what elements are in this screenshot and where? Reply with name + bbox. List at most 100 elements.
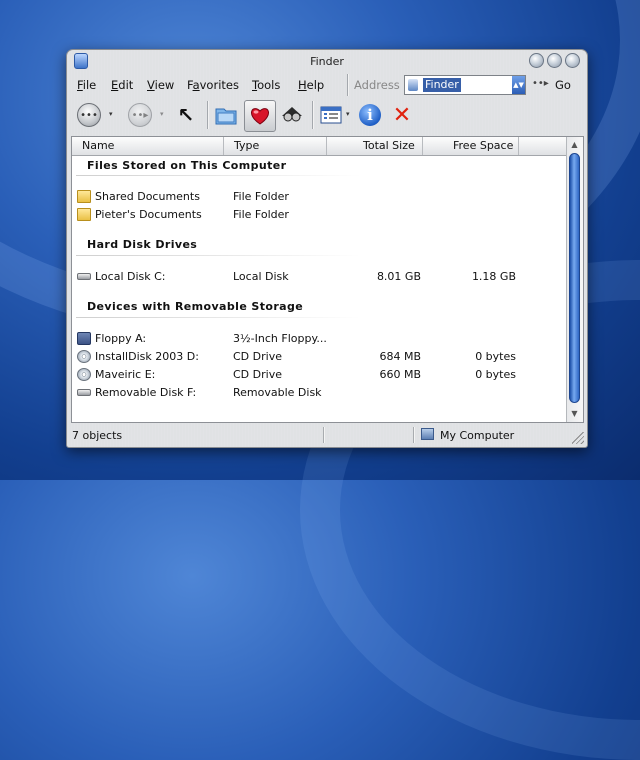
resize-grip-icon[interactable]: [572, 432, 584, 444]
item-name: Floppy A:: [95, 332, 147, 345]
group-divider: [76, 317, 361, 318]
folder-icon: [77, 208, 91, 221]
item-free-space: 0 bytes: [475, 368, 516, 381]
item-name: Pieter's Documents: [95, 208, 202, 221]
column-type[interactable]: Type: [224, 137, 327, 155]
floppy-icon: [77, 332, 91, 345]
menu-file[interactable]: File: [77, 78, 96, 92]
folders-button[interactable]: [211, 100, 241, 130]
list-item[interactable]: Pieter's Documents File Folder: [72, 206, 566, 224]
my-computer-icon: [421, 428, 434, 440]
column-total-size[interactable]: Total Size: [327, 137, 423, 155]
back-dropdown-icon[interactable]: ▾: [109, 110, 113, 118]
scroll-up-arrow[interactable]: ▲: [569, 139, 580, 151]
address-combobox[interactable]: Finder ▲▼: [404, 75, 526, 95]
item-name: Local Disk C:: [95, 270, 166, 283]
minimize-button[interactable]: [529, 53, 544, 68]
menu-separator: [347, 74, 348, 96]
group-divider: [76, 255, 361, 256]
column-filler: [519, 137, 566, 155]
cd-drive-icon: [77, 368, 91, 381]
go-button[interactable]: Go: [555, 78, 571, 92]
item-name: Shared Documents: [95, 190, 200, 203]
scroll-thumb[interactable]: [569, 153, 580, 403]
address-dropdown-arrow[interactable]: ▲▼: [512, 76, 525, 94]
item-type: File Folder: [233, 190, 289, 203]
delete-button[interactable]: ✕: [387, 100, 417, 130]
search-icon: [282, 107, 302, 122]
status-bar: 7 objects My Computer: [67, 424, 587, 446]
finder-window: Finder File Edit View Favorites Tools He…: [66, 49, 588, 448]
group-title: Devices with Removable Storage: [87, 300, 304, 313]
views-icon: [320, 106, 342, 124]
toolbar-separator: [207, 101, 208, 129]
group-title: Hard Disk Drives: [87, 238, 198, 251]
item-type: File Folder: [233, 208, 289, 221]
menu-tools[interactable]: Tools: [252, 78, 280, 92]
removable-disk-icon: [77, 389, 91, 396]
info-button[interactable]: i: [355, 100, 385, 130]
column-name[interactable]: Name: [72, 137, 224, 155]
info-icon: i: [359, 104, 381, 126]
menu-favorites[interactable]: Favorites: [187, 78, 239, 92]
item-type: 3½-Inch Floppy...: [233, 332, 327, 345]
group-divider: [76, 175, 361, 176]
hard-disk-icon: [77, 273, 91, 280]
up-button[interactable]: ↖: [171, 100, 201, 130]
file-list-view[interactable]: Name Type Total Size Free Space Files St…: [71, 136, 584, 423]
forward-icon: ••▸: [128, 103, 152, 127]
menu-view[interactable]: View: [147, 78, 174, 92]
item-name: Maveiric E:: [95, 368, 156, 381]
favorites-button[interactable]: [244, 100, 276, 132]
close-button[interactable]: [565, 53, 580, 68]
maximize-button[interactable]: [547, 53, 562, 68]
search-button[interactable]: [277, 100, 307, 130]
cd-drive-icon: [77, 350, 91, 363]
item-total-size: 8.01 GB: [376, 270, 421, 283]
scroll-down-arrow[interactable]: ▼: [569, 408, 580, 420]
item-type: CD Drive: [233, 368, 282, 381]
column-free-space[interactable]: Free Space: [423, 137, 519, 155]
menu-bar: File Edit View Favorites Tools Help Addr…: [67, 74, 587, 96]
views-dropdown-icon[interactable]: ▾: [346, 110, 350, 118]
up-arrow-icon: ↖: [177, 103, 195, 127]
toolbar: ••• ▾ ••▸ ▾ ↖ ▾ i ✕: [67, 97, 587, 135]
menu-help[interactable]: Help: [298, 78, 324, 92]
views-button[interactable]: [317, 100, 347, 130]
back-icon: •••: [77, 103, 101, 127]
item-name: InstallDisk 2003 D:: [95, 350, 199, 363]
folders-icon: [215, 108, 237, 125]
toolbar-separator: [312, 101, 313, 129]
item-name: Removable Disk F:: [95, 386, 197, 399]
item-type: Removable Disk: [233, 386, 322, 399]
window-title: Finder: [310, 55, 344, 68]
favorites-heart-icon: [251, 108, 269, 125]
list-item[interactable]: Shared Documents File Folder: [72, 188, 566, 206]
vertical-scrollbar[interactable]: ▲ ▼: [566, 137, 583, 422]
list-item[interactable]: Maveiric E: CD Drive 660 MB 0 bytes: [72, 366, 566, 384]
back-button[interactable]: •••: [74, 100, 104, 130]
address-value[interactable]: Finder: [423, 78, 461, 92]
status-divider: [413, 427, 414, 443]
go-arrow-icon[interactable]: ••▸: [532, 78, 549, 89]
forward-dropdown-icon[interactable]: ▾: [160, 110, 164, 118]
status-object-count: 7 objects: [72, 429, 123, 442]
list-item[interactable]: InstallDisk 2003 D: CD Drive 684 MB 0 by…: [72, 348, 566, 366]
title-bar[interactable]: Finder: [67, 50, 587, 72]
status-divider: [323, 427, 324, 443]
item-free-space: 0 bytes: [475, 350, 516, 363]
column-header: Name Type Total Size Free Space: [72, 137, 566, 156]
list-item[interactable]: Floppy A: 3½-Inch Floppy...: [72, 330, 566, 348]
group-title: Files Stored on This Computer: [87, 159, 287, 172]
item-total-size: 684 MB: [379, 350, 421, 363]
status-zone: My Computer: [440, 429, 515, 442]
folder-icon: [77, 190, 91, 203]
delete-icon: ✕: [392, 102, 412, 128]
list-item[interactable]: Local Disk C: Local Disk 8.01 GB 1.18 GB: [72, 268, 566, 286]
finder-icon: [408, 79, 418, 91]
forward-button[interactable]: ••▸: [125, 100, 155, 130]
list-item[interactable]: Removable Disk F: Removable Disk: [72, 384, 566, 402]
item-type: Local Disk: [233, 270, 289, 283]
address-label: Address: [354, 78, 400, 92]
menu-edit[interactable]: Edit: [111, 78, 133, 92]
